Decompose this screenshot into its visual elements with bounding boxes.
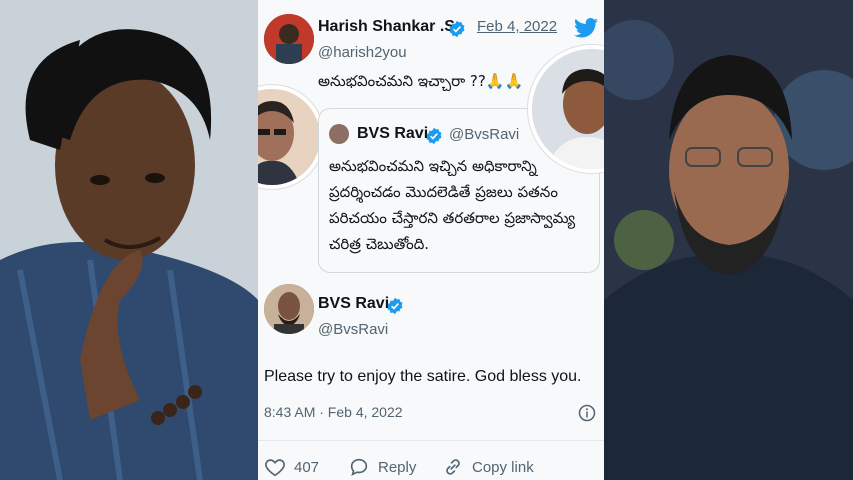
link-icon <box>446 459 460 475</box>
quoted-author-name: BVS Ravi <box>357 125 429 142</box>
copy-link-button[interactable]: Copy link <box>442 456 534 478</box>
main-tweet-text: Please try to enjoy the satire. God bles… <box>264 368 582 385</box>
main-author-name[interactable]: BVS Ravi <box>318 295 389 313</box>
tweet-card: Harish Shankar .S Feb 4, 2022 @harish2yo… <box>258 0 604 480</box>
twitter-bird-icon[interactable] <box>574 18 598 38</box>
main-author-avatar[interactable] <box>264 284 314 334</box>
reply-icon <box>350 458 368 476</box>
quoted-text-line: పరిచయం చేస్తారని తరతరాల ప్రజాస్వామ్య <box>329 209 576 227</box>
main-author-handle[interactable]: @BvsRavi <box>318 321 388 338</box>
like-count: 407 <box>294 458 320 476</box>
quoted-text-line: చరిత్ర చెబుతోంది. <box>329 235 430 253</box>
outer-author-handle[interactable]: @harish2you <box>318 44 407 61</box>
info-icon[interactable] <box>578 404 596 422</box>
divider <box>258 440 604 441</box>
outer-tweet-text: అనుభవించమని ఇచ్చారా ??🙏🙏 <box>318 72 524 90</box>
right-person-photo <box>604 0 853 480</box>
overlay-portrait-left <box>258 85 324 189</box>
reply-button[interactable]: Reply <box>348 456 416 478</box>
outer-author-name[interactable]: Harish Shankar .S <box>318 18 455 36</box>
left-person-photo <box>0 0 258 480</box>
copy-link-label: Copy link <box>472 458 534 476</box>
heart-icon <box>265 459 285 477</box>
like-button[interactable]: 407 <box>264 456 319 478</box>
verified-badge-icon <box>387 297 403 315</box>
quoted-text-line: ప్రదర్శించడం మొదలెడితే ప్రజలు పతనం <box>329 183 558 201</box>
quoted-text-line: అనుభవించమని ఇచ్చిన అధికారాన్ని <box>329 157 537 175</box>
verified-badge-icon <box>449 20 465 38</box>
verified-badge-icon <box>426 127 442 145</box>
main-tweet-timestamp[interactable]: 8:43 AM · Feb 4, 2022 <box>264 404 403 420</box>
quoted-author-avatar <box>329 124 349 144</box>
quoted-author-handle: @BvsRavi <box>449 126 520 143</box>
harish-avatar[interactable] <box>264 14 314 64</box>
outer-tweet-date-link[interactable]: Feb 4, 2022 <box>477 18 557 35</box>
reply-label: Reply <box>378 458 417 476</box>
